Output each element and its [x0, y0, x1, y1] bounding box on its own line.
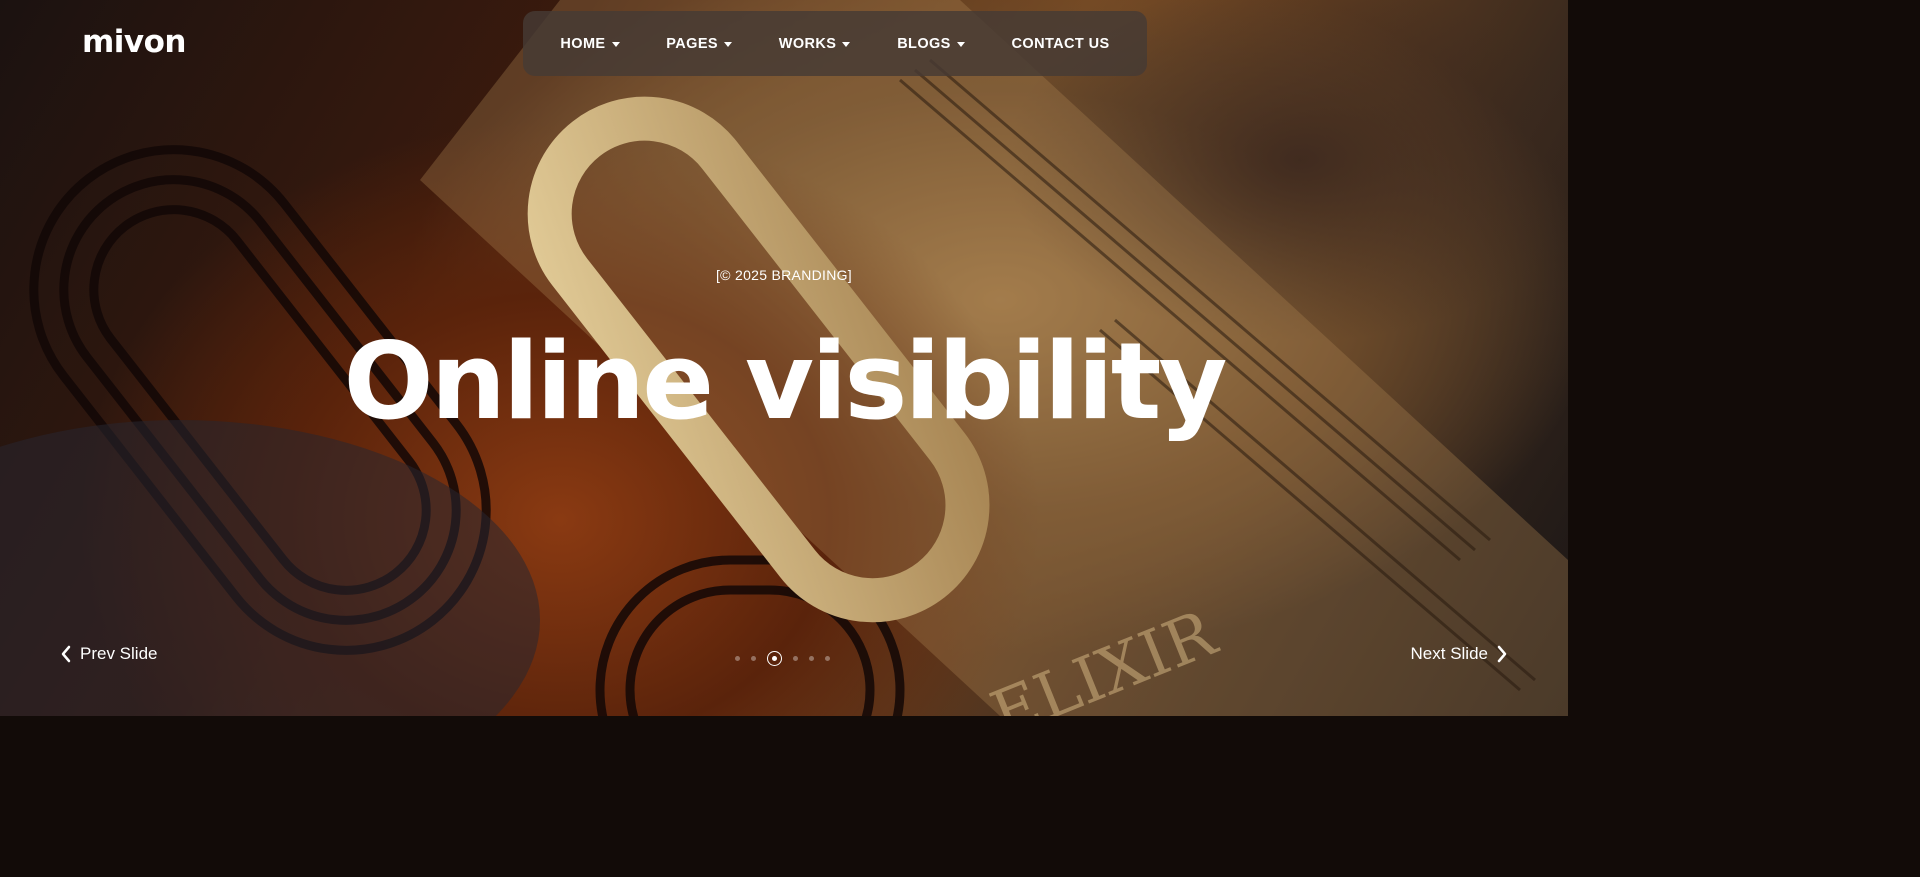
nav-item-label: CONTACT US — [1011, 35, 1110, 52]
next-slide-label: Next Slide — [1410, 644, 1488, 663]
slide-dot-3[interactable] — [767, 651, 782, 666]
slide-dot-1[interactable] — [735, 656, 740, 661]
hero-eyebrow: [© 2025 BRANDING] — [715, 267, 852, 283]
next-slide-button[interactable]: Next Slide — [1411, 644, 1508, 664]
nav-item-pages[interactable]: PAGES — [666, 36, 732, 52]
prev-slide-label: Prev Slide — [80, 644, 158, 663]
nav-item-label: HOME — [560, 35, 606, 52]
nav-item-label: BLOGS — [897, 35, 951, 52]
nav-item-label: PAGES — [666, 35, 718, 52]
nav-item-works[interactable]: WORKS — [779, 36, 851, 52]
caret-down-icon — [842, 41, 851, 47]
slide-dot-2[interactable] — [751, 656, 756, 661]
chevron-left-icon — [61, 645, 71, 663]
caret-down-icon — [724, 41, 732, 47]
main-navigation: HOME PAGES WORKS BLOGS CONTACT US — [523, 11, 1147, 76]
nav-item-home[interactable]: HOME — [560, 35, 620, 52]
brand-logo[interactable]: mivon — [82, 24, 187, 60]
caret-down-icon — [956, 41, 965, 47]
caret-down-icon — [611, 41, 620, 47]
slide-dot-5[interactable] — [809, 656, 814, 661]
nav-item-blogs[interactable]: BLOGS — [897, 36, 965, 52]
slide-dot-6[interactable] — [825, 656, 830, 661]
nav-item-label: WORKS — [778, 35, 837, 52]
slide-pagination — [735, 651, 830, 666]
prev-slide-button[interactable]: Prev Slide — [60, 644, 157, 664]
hero-headline: Online visibility — [343, 320, 1227, 443]
chevron-right-icon — [1497, 645, 1507, 663]
nav-item-contact-us[interactable]: CONTACT US — [1012, 36, 1110, 52]
slide-dot-4[interactable] — [793, 656, 798, 661]
